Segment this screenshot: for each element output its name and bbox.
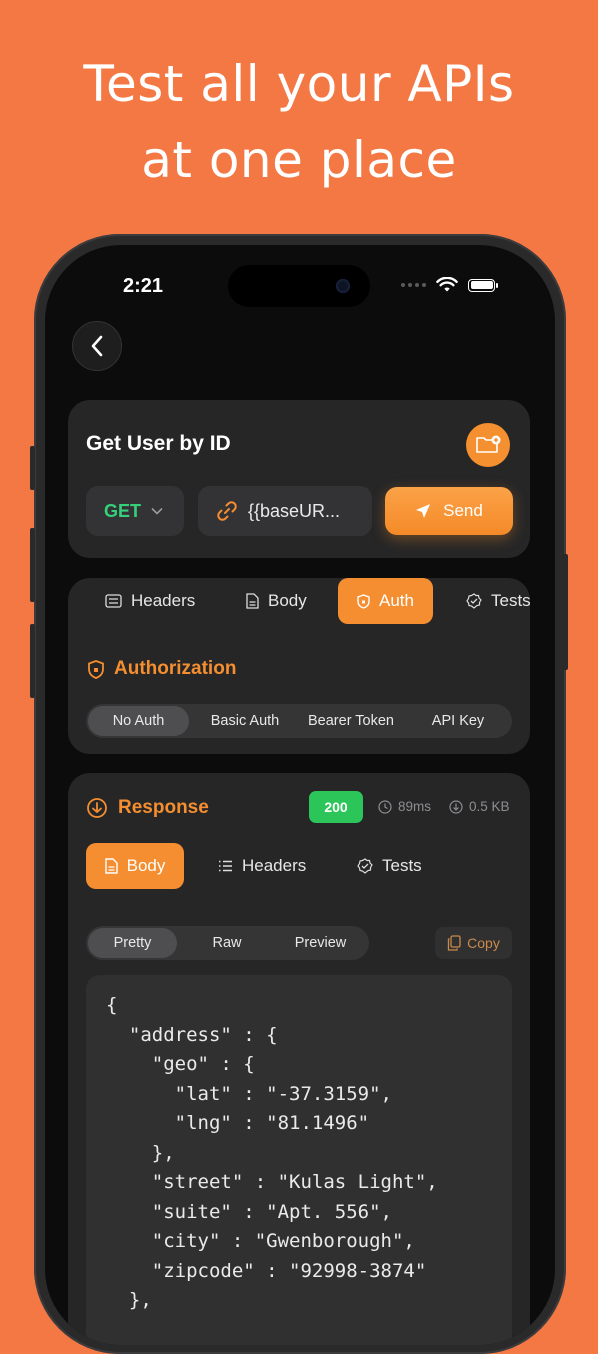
authorization-header: Authorization [88, 658, 236, 680]
tab-auth[interactable]: Auth [338, 578, 433, 624]
phone-volume-down [30, 624, 35, 698]
shield-icon [357, 593, 370, 609]
tab-tests-label: Tests [491, 591, 531, 610]
wifi-icon [436, 277, 458, 292]
url-value: {{baseUR... [248, 500, 341, 521]
chevron-left-icon [91, 335, 103, 357]
camera-icon [336, 279, 350, 293]
json-code: { "address" : { "geo" : { "lat" : "-37.3… [106, 994, 438, 1311]
auth-option-bearer-token[interactable]: Bearer Token [299, 704, 403, 738]
auth-type-selector: No Auth Basic Auth Bearer Token API Key [86, 704, 512, 738]
tab-body[interactable]: Body [246, 578, 307, 624]
response-body-code: { "address" : { "geo" : { "lat" : "-37.3… [86, 975, 512, 1345]
response-size: 0.5 KB [449, 799, 510, 814]
response-title: Response [118, 797, 209, 818]
signal-dots-icon [401, 283, 426, 287]
response-view-selector: Pretty Raw Preview [86, 926, 369, 960]
download-icon [449, 799, 463, 814]
auth-option-basic-auth[interactable]: Basic Auth [193, 704, 297, 738]
folder-add-icon [476, 435, 501, 453]
download-circle-icon [87, 798, 107, 818]
status-icons [401, 277, 498, 293]
response-tab-headers-label: Headers [242, 856, 307, 875]
method-dropdown[interactable]: GET [86, 486, 184, 536]
response-size-value: 0.5 KB [469, 799, 510, 814]
list-icon [219, 860, 232, 872]
response-tab-body-label: Body [126, 856, 166, 875]
view-preview[interactable]: Preview [274, 926, 367, 960]
save-to-collection-button[interactable] [466, 423, 510, 467]
request-card: Get User by ID GET {{baseUR... Send [68, 400, 530, 558]
copy-icon [448, 935, 461, 951]
status-time: 2:21 [123, 275, 164, 297]
send-label: Send [443, 501, 483, 520]
copy-button[interactable]: Copy [435, 927, 512, 959]
document-icon [246, 593, 259, 609]
request-tabs: Headers Body Auth Tests [68, 578, 531, 626]
check-badge-icon [357, 858, 373, 874]
chevron-down-icon [151, 507, 163, 515]
response-time-value: 89ms [398, 799, 432, 814]
link-icon [217, 501, 237, 521]
url-input[interactable]: {{baseUR... [198, 486, 372, 536]
auth-option-no-auth[interactable]: No Auth [88, 706, 189, 736]
response-card: Response 200 89ms 0.5 KB Body Headers Te… [68, 773, 530, 1345]
tab-body-label: Body [268, 591, 307, 610]
status-badge: 200 [309, 791, 363, 823]
phone-volume-up [30, 528, 35, 602]
tab-headers-label: Headers [131, 591, 196, 610]
battery-icon [468, 278, 498, 292]
phone-power-button [563, 554, 568, 670]
request-options-card: Headers Body Auth Tests Authorization No… [68, 578, 531, 754]
phone-side-button [30, 446, 35, 490]
clock-icon [378, 799, 392, 814]
response-header: Response [86, 797, 209, 819]
check-badge-icon [466, 593, 482, 609]
send-button[interactable]: Send [385, 487, 513, 535]
marketing-headline: Test all your APIs at one place [0, 46, 598, 198]
shield-icon [88, 659, 104, 679]
authorization-title: Authorization [114, 658, 237, 679]
document-icon [104, 858, 118, 874]
tab-auth-label: Auth [379, 591, 414, 610]
response-time: 89ms [378, 799, 431, 814]
view-pretty[interactable]: Pretty [88, 928, 177, 958]
response-tab-headers[interactable]: Headers [218, 843, 306, 889]
app-screen: 2:21 Get User by ID GET {{baseUR... Send… [45, 245, 555, 1345]
copy-label: Copy [467, 935, 500, 951]
send-icon [416, 504, 431, 518]
response-tab-body[interactable]: Body [86, 843, 184, 889]
view-raw[interactable]: Raw [180, 926, 274, 960]
request-title: Get User by ID [86, 432, 231, 455]
tab-headers[interactable]: Headers [105, 578, 195, 624]
back-button[interactable] [72, 321, 122, 371]
headline-line-2: at one place [141, 131, 457, 189]
auth-option-api-key[interactable]: API Key [406, 704, 510, 738]
list-icon [105, 594, 122, 608]
method-label: GET [104, 500, 142, 521]
headline-line-1: Test all your APIs [83, 55, 515, 113]
response-tab-tests[interactable]: Tests [357, 843, 422, 889]
response-tab-tests-label: Tests [382, 856, 422, 875]
dynamic-island [228, 265, 370, 307]
tab-tests[interactable]: Tests [466, 578, 531, 624]
